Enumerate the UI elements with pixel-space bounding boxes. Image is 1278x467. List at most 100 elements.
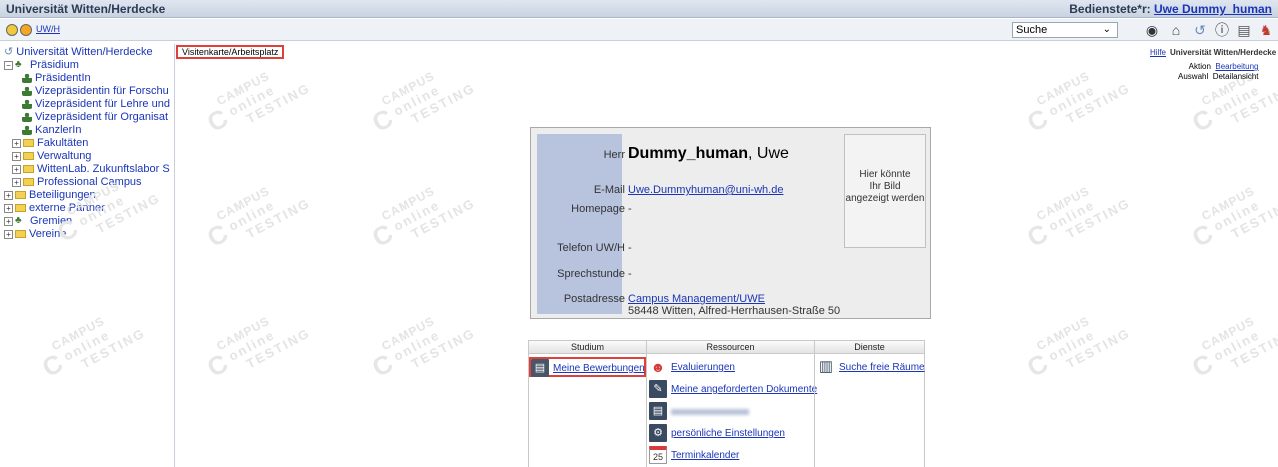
email-link[interactable]: Uwe.Dummyhuman@uni-wh.de [628,184,783,196]
tile-label-blurred[interactable] [671,406,749,418]
action-edit-link[interactable]: Bearbeitung [1215,62,1258,71]
watermark: C CAMPUS online TESTING [367,68,478,138]
group-icon: ♣ [15,59,22,71]
help-area: Hilfe Universität Witten/Herdecke [1150,48,1276,57]
search-select[interactable]: Suche ⌄ [1012,22,1118,38]
document-icon: ▤ [531,359,549,377]
expand-icon[interactable]: + [4,216,13,226]
tree-item-externe-partner[interactable]: + externe Partner [4,202,105,214]
info-icon[interactable]: ⓘ [1214,22,1230,38]
tree-item-praesident[interactable]: PräsidentIn [22,72,91,84]
address-link[interactable]: Campus Management/UWE [628,293,765,305]
status-circle-icon-2[interactable] [20,24,32,36]
org-link[interactable]: UW/H [36,24,60,34]
tree-item-gremien[interactable]: + ♣ Gremien [4,215,72,227]
evaluation-faces-icon: ☻ [650,359,666,375]
expand-icon[interactable]: + [4,190,13,200]
watermark: C CAMPUS online TESTING [1187,183,1278,253]
staff-name-link[interactable]: Uwe Dummy_human [1154,2,1272,16]
homepage-value: - [628,203,632,215]
help-link[interactable]: Hilfe [1150,48,1166,57]
office-hours-value: - [628,268,632,280]
tree-item-kanzler[interactable]: KanzlerIn [22,124,81,136]
tree-item-wittenlab[interactable]: + WittenLab. Zukunftslabor S [12,163,170,175]
person-icon [22,125,32,136]
tree-item-label: PräsidentIn [35,72,91,84]
tile-label[interactable]: persönliche Einstellungen [671,428,785,439]
blurred-document-icon: ▤ [649,402,667,420]
phone-value: - [628,242,632,254]
tile-label[interactable]: Meine Bewerbungen [553,363,645,374]
tile-label[interactable]: Suche freie Räume [839,362,925,373]
expand-icon[interactable]: + [4,203,13,213]
folder-icon [23,178,34,187]
expand-icon[interactable]: + [4,229,13,239]
tree-item-label: Gremien [30,215,73,227]
tile-label[interactable]: Evaluierungen [671,362,735,373]
tile-meine-bewerbungen[interactable]: ▤ Meine Bewerbungen [529,357,646,377]
tree-item-vp-lehre[interactable]: Vizepräsident für Lehre und [22,98,170,110]
app-title: Universität Witten/Herdecke [6,2,166,16]
tree-item-praesidium[interactable]: − ♣ Präsidium [4,59,79,71]
tree-item-label: Vizepräsident für Lehre und [35,98,170,110]
secondary-toolbar: UW/H Suche ⌄ ◉ ⌂ ↺ ⓘ ▤ ♞ [0,19,1278,41]
person-icon [22,86,32,97]
column-dienste: Dienste ▥ Suche freie Räume [814,340,925,467]
tree-item-vp-forschung[interactable]: Vizepräsidentin für Forschu [22,85,169,97]
watermark: C CAMPUS online TESTING [367,313,478,383]
print-icon[interactable]: ▤ [1236,22,1252,38]
expand-icon[interactable]: + [12,164,21,174]
tree-item-fakultaeten[interactable]: + Fakultäten [12,137,88,149]
breadcrumb: Visitenkarte/Arbeitsplatz [176,45,285,59]
person-icon [22,99,32,110]
watermark: C CAMPUS online TESTING [202,313,313,383]
card-sidebar [537,134,622,314]
watermark: C CAMPUS online TESTING [1022,68,1133,138]
watermark: C CAMPUS online TESTING [1022,313,1133,383]
column-ressourcen: Ressourcen ☻ Evaluierungen ✎ Meine angef… [646,340,817,467]
back-icon[interactable]: ◉ [1144,22,1160,38]
expand-icon[interactable]: + [12,151,21,161]
watermark: C CAMPUS online TESTING [367,183,478,253]
photo-text: angezeigt werden [845,193,925,204]
calendar-icon: 25 [649,446,667,464]
action-panel: Aktion Bearbeitung Auswahl Detailansicht [1178,62,1259,82]
folder-icon [23,165,34,174]
address-label: Postadresse [563,293,625,305]
folder-icon [15,204,26,213]
tree-item-label: Professional Campus [37,176,142,188]
tree-item-beteiligungen[interactable]: + Beteiligungen [4,189,96,201]
office-hours-label: Sprechstunde [557,268,625,280]
tree-item-label: Präsidium [30,59,79,71]
folder-icon [23,152,34,161]
collapse-icon[interactable]: − [4,60,13,70]
tree-item-label: KanzlerIn [35,124,82,136]
last-name: Dummy_human [628,145,749,162]
tile-label[interactable]: Terminkalender [671,450,739,461]
tree-item-verwaltung[interactable]: + Verwaltung [12,150,91,162]
photo-text: Ihr Bild [869,181,901,192]
top-header-bar: Universität Witten/Herdecke Bedienstete*… [0,0,1278,18]
expand-icon[interactable]: + [12,138,21,148]
address-line-2: 58448 Witten, Alfred-Herrhausen-Straße 5… [628,305,841,317]
tree-item-vereine[interactable]: + Vereine [4,228,66,240]
person-icon [22,112,32,123]
tree-item-vp-organisation[interactable]: Vizepräsident für Organisat [22,111,168,123]
photo-placeholder: Hier könnte Ihr Bild angezeigt werden [844,134,926,248]
tree-item-professional-campus[interactable]: + Professional Campus [12,176,142,188]
column-studium: Studium ▤ Meine Bewerbungen [528,340,647,467]
status-circle-icon[interactable] [6,24,18,36]
tile-label[interactable]: Meine angeforderten Dokumente [671,384,817,395]
logout-icon[interactable]: ♞ [1258,22,1274,38]
expand-icon[interactable]: + [12,177,21,187]
selection-label: Auswahl [1178,72,1209,81]
org-tree: ↺ Universität Witten/Herdecke − ♣ Präsidiu… [0,44,175,467]
action-label: Aktion [1188,62,1211,71]
home-icon[interactable]: ⌂ [1168,22,1184,38]
tree-item-label: Vizepräsidentin für Forschu [35,85,169,97]
search-select-value: Suche [1016,24,1048,36]
watermark: C CAMPUS online TESTING [202,68,313,138]
tree-root[interactable]: ↺ Universität Witten/Herdecke [4,46,153,58]
refresh-icon[interactable]: ↺ [1192,22,1208,38]
tree-item-label: Vizepräsident für Organisat [35,111,169,123]
